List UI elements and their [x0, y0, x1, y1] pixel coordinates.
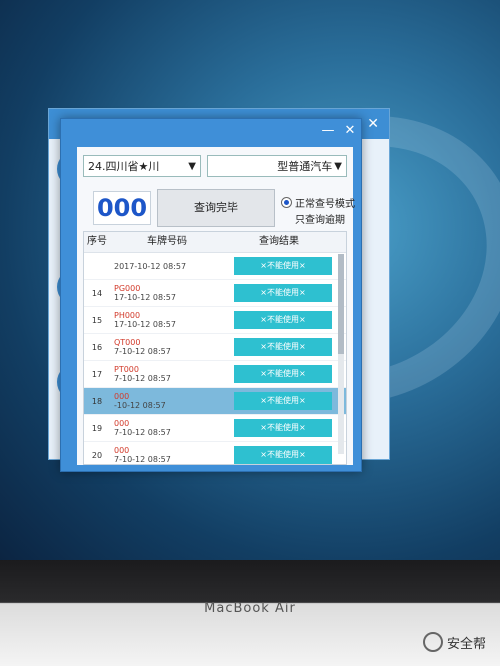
result-cell: ×不能使用×: [228, 392, 338, 410]
plate-number: 000: [114, 419, 130, 428]
result-cell: ×不能使用×: [228, 365, 338, 383]
query-time: 7-10-12 08:57: [114, 374, 171, 383]
table-row[interactable]: 20 000 7-10-12 08:57 ×不能使用×: [84, 442, 346, 464]
background-window-close-button[interactable]: ✕: [367, 116, 379, 132]
row-index: 14: [91, 288, 103, 298]
watermark-text: 安全帮: [446, 636, 486, 652]
header-result: 查询结果: [259, 236, 299, 247]
vehicle-type-select[interactable]: 型普通汽车 ▼: [207, 155, 347, 177]
table-row[interactable]: 15 PH000 17-10-12 08:57 ×不能使用×: [84, 307, 346, 334]
row-index: 18: [91, 396, 103, 406]
plate-number: 000: [114, 446, 130, 455]
table-row[interactable]: 2017-10-12 08:57 ×不能使用×: [84, 253, 346, 280]
mode-normal-radio[interactable]: 正常查号模式: [281, 195, 355, 210]
province-value: 24.四川省★川: [88, 160, 160, 173]
vehicle-type-value: 型普通汽车: [277, 160, 333, 173]
window-titlebar: — ✕: [61, 119, 361, 143]
scrollbar-thumb[interactable]: [338, 254, 344, 354]
table-row[interactable]: 16 QT000 7-10-12 08:57 ×不能使用×: [84, 334, 346, 361]
query-time: 7-10-12 08:57: [114, 455, 171, 464]
plate-cell: 000 7-10-12 08:57: [110, 419, 228, 437]
caret-down-icon: ▼: [188, 160, 196, 172]
plate-cell: PG000 17-10-12 08:57: [110, 284, 228, 302]
result-badge: ×不能使用×: [234, 419, 332, 437]
header-index: 序号: [87, 236, 107, 247]
device-label: MacBook Air: [204, 601, 296, 616]
plate-cell: 2017-10-12 08:57: [110, 262, 228, 271]
query-time: 7-10-12 08:57: [114, 347, 171, 356]
plate-cell: 000 -10-12 08:57: [110, 392, 228, 410]
plate-number: 000: [114, 392, 130, 401]
query-time: 2017-10-12 08:57: [114, 261, 187, 271]
province-select[interactable]: 24.四川省★川 ▼: [83, 155, 201, 177]
plate-cell: QT000 7-10-12 08:57: [110, 338, 228, 356]
mode-expired-label: 只查询逾期: [295, 215, 345, 226]
results-table: 序号 车牌号码 查询结果 2017-10-12 08:57 ×不能使用× 14 PG0…: [83, 231, 347, 465]
result-badge: ×不能使用×: [234, 446, 332, 464]
plate-query-window: — ✕ 24.四川省★川 ▼ 型普通汽车 ▼ 000 查询完毕 正常查号模式 只…: [60, 118, 362, 472]
minimize-button[interactable]: —: [317, 120, 339, 142]
mode-normal-label: 正常查号模式: [295, 199, 355, 210]
query-counter: 000: [93, 191, 151, 225]
window-body: 24.四川省★川 ▼ 型普通汽车 ▼ 000 查询完毕 正常查号模式 只查询逾期…: [77, 147, 355, 465]
table-row[interactable]: 18 000 -10-12 08:57 ×不能使用×: [84, 388, 346, 415]
table-row[interactable]: 17 PT000 7-10-12 08:57 ×不能使用×: [84, 361, 346, 388]
result-cell: ×不能使用×: [228, 257, 338, 275]
result-badge: ×不能使用×: [234, 311, 332, 329]
result-cell: ×不能使用×: [228, 446, 338, 464]
plate-cell: 000 7-10-12 08:57: [110, 446, 228, 464]
caret-down-icon: ▼: [334, 160, 342, 172]
result-badge: ×不能使用×: [234, 392, 332, 410]
radio-checked-icon: [281, 197, 292, 208]
query-time: 17-10-12 08:57: [114, 320, 176, 329]
query-time: -10-12 08:57: [114, 401, 166, 410]
result-badge: ×不能使用×: [234, 284, 332, 302]
table-rows: 2017-10-12 08:57 ×不能使用× 14 PG000 17-10-12 08…: [84, 253, 346, 464]
close-button[interactable]: ✕: [339, 120, 361, 142]
query-time: 7-10-12 08:57: [114, 428, 171, 437]
mode-expired-option[interactable]: 只查询逾期: [281, 211, 345, 226]
query-time: 17-10-12 08:57: [114, 293, 176, 302]
result-badge: ×不能使用×: [234, 338, 332, 356]
plate-number: PG000: [114, 284, 141, 293]
plate-cell: PH000 17-10-12 08:57: [110, 311, 228, 329]
result-badge: ×不能使用×: [234, 257, 332, 275]
table-header: 序号 车牌号码 查询结果: [84, 232, 346, 253]
plate-number: PT000: [114, 365, 139, 374]
watermark: 安全帮: [422, 632, 486, 652]
plate-cell: PT000 7-10-12 08:57: [110, 365, 228, 383]
table-row[interactable]: 19 000 7-10-12 08:57 ×不能使用×: [84, 415, 346, 442]
watermark-logo-icon: [422, 632, 443, 652]
result-cell: ×不能使用×: [228, 311, 338, 329]
row-index: 15: [91, 315, 103, 325]
result-cell: ×不能使用×: [228, 284, 338, 302]
query-status-button[interactable]: 查询完毕: [157, 189, 275, 227]
row-index: 19: [91, 423, 103, 433]
table-scrollbar[interactable]: [338, 254, 344, 454]
row-index: 20: [91, 450, 103, 460]
row-index: 17: [91, 369, 103, 379]
row-index: 16: [91, 342, 103, 352]
plate-number: QT000: [114, 338, 141, 347]
header-plate: 车牌号码: [147, 236, 187, 247]
result-badge: ×不能使用×: [234, 365, 332, 383]
plate-number: PH000: [114, 311, 141, 320]
result-cell: ×不能使用×: [228, 338, 338, 356]
result-cell: ×不能使用×: [228, 419, 338, 437]
table-row[interactable]: 14 PG000 17-10-12 08:57 ×不能使用×: [84, 280, 346, 307]
